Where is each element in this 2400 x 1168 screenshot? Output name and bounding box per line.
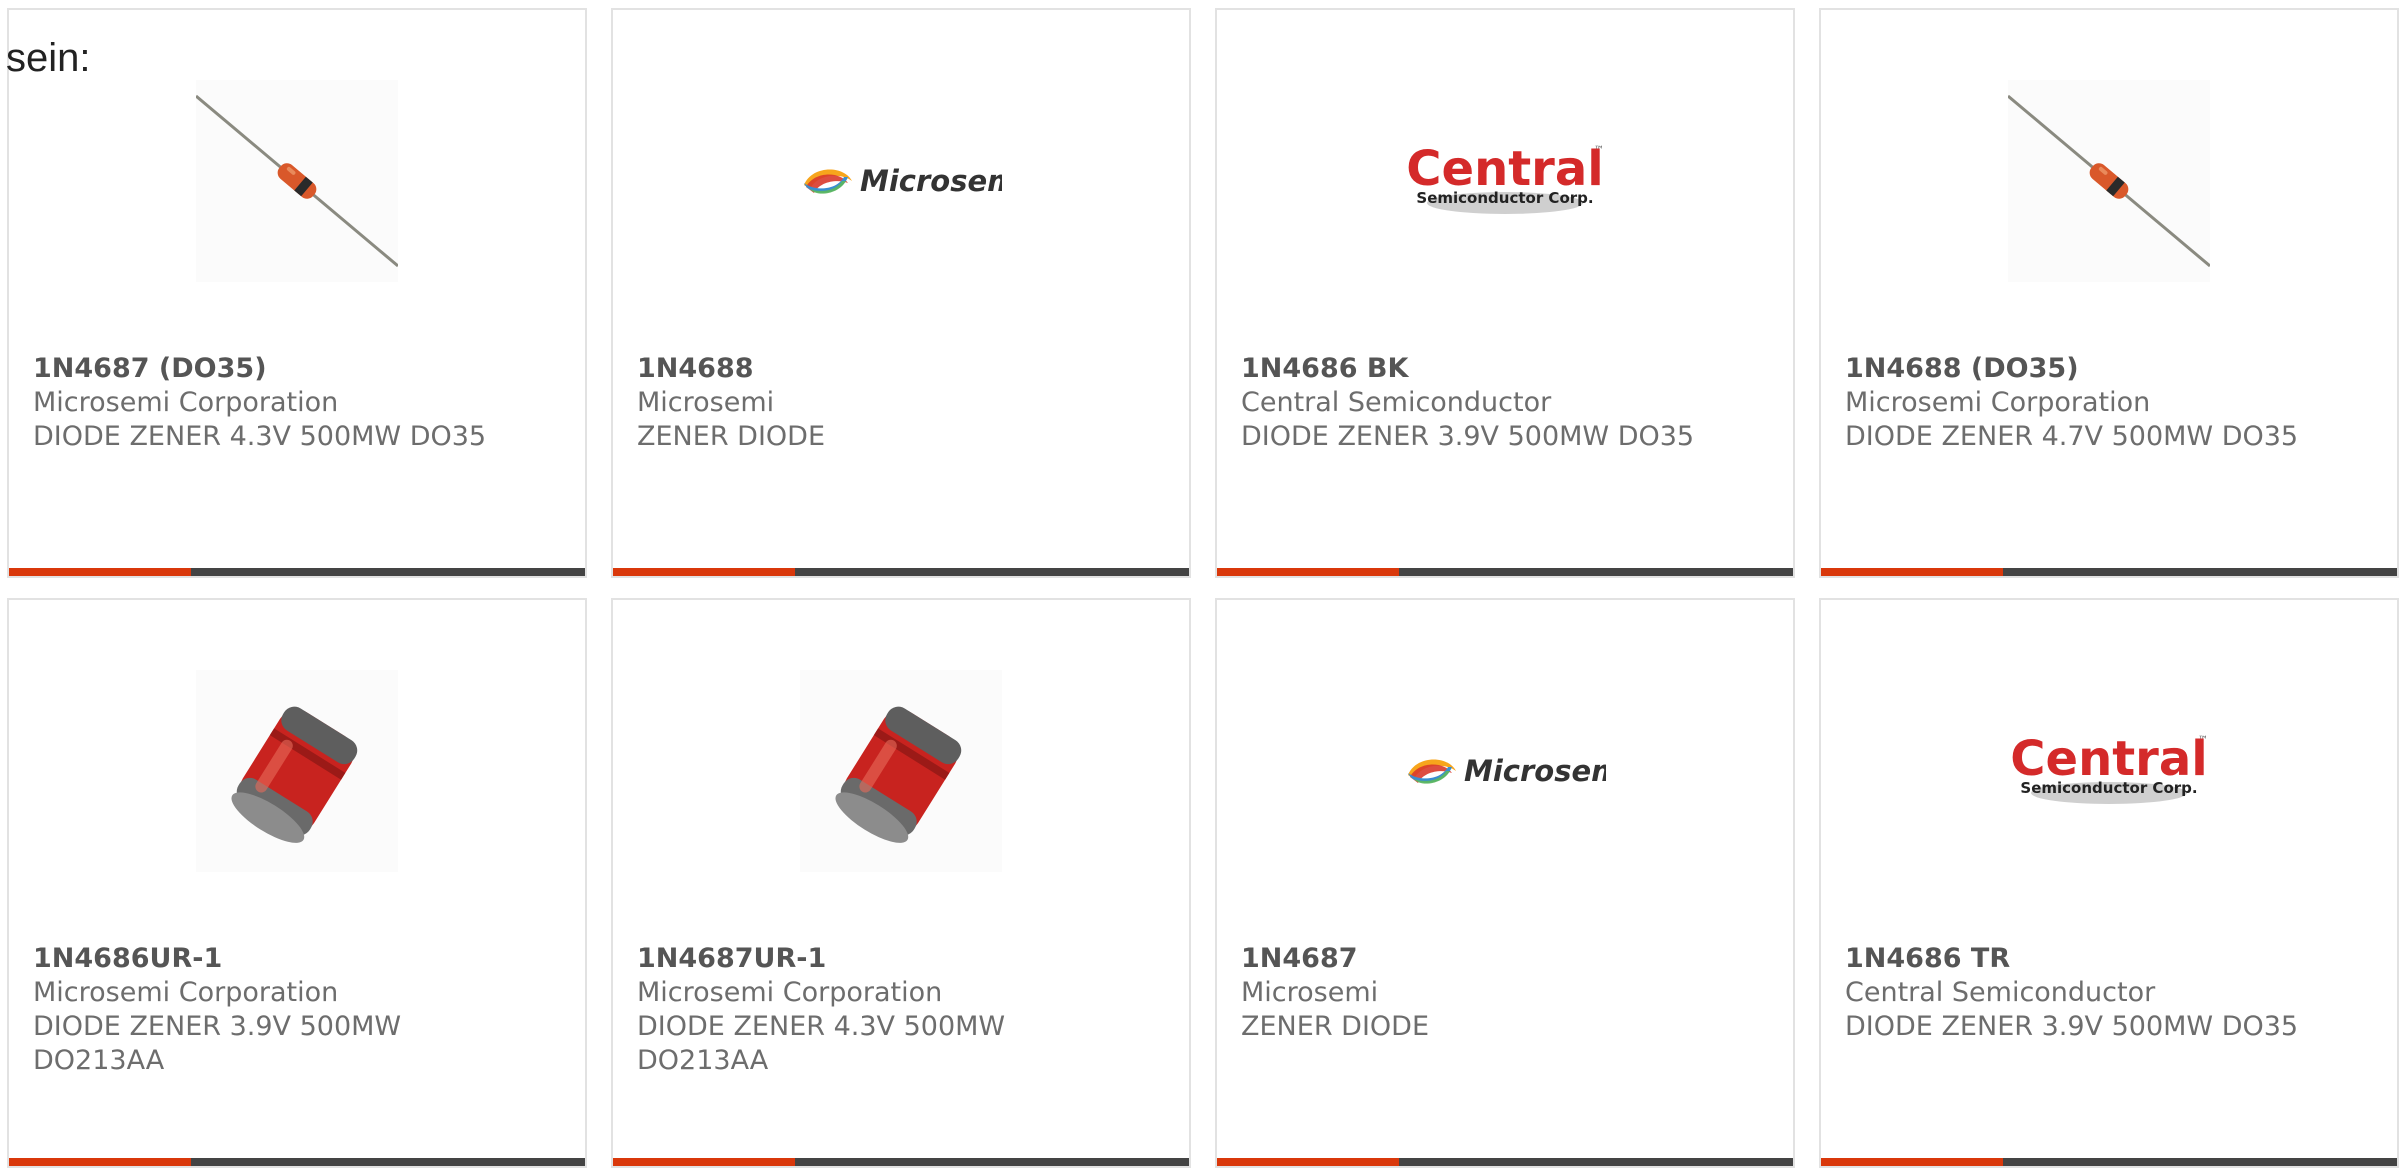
card-bar <box>1217 568 1793 576</box>
card-bar-accent <box>1821 1158 2003 1166</box>
axial-diode-icon <box>2008 80 2210 282</box>
card-bar <box>613 1158 1189 1166</box>
microsemi-logo: Microsemi <box>800 80 1002 282</box>
card-bar-accent <box>9 1158 191 1166</box>
melf-diode-icon <box>196 670 398 872</box>
melf-diode-icon <box>800 670 1002 872</box>
manufacturer: Central Semiconductor <box>1845 977 2156 1008</box>
product-card[interactable]: 1N4686UR-1 Microsemi Corporation DIODE Z… <box>7 598 587 1168</box>
product-card[interactable]: Central ™ Semiconductor Corp. 1N4686 TR … <box>1819 598 2399 1168</box>
central-logo: Central ™ Semiconductor Corp. <box>1404 80 1606 282</box>
manufacturer: Microsemi Corporation <box>637 977 943 1008</box>
card-bar-accent <box>1217 1158 1399 1166</box>
microsemi-logo: Microsemi <box>1404 670 1606 872</box>
central-logo-tm: ™ <box>1594 145 1604 156</box>
axial-diode-icon <box>196 80 398 282</box>
card-bar-accent <box>1821 568 2003 576</box>
description: DIODE ZENER 3.9V 500MW DO35 <box>1241 421 1695 452</box>
card-bar <box>1821 1158 2397 1166</box>
card-bar-accent <box>1217 568 1399 576</box>
part-number: 1N4687 <box>1241 943 1358 974</box>
card-bar <box>9 568 585 576</box>
description: ZENER DIODE <box>1241 1011 1430 1042</box>
manufacturer: Microsemi <box>1241 977 1379 1008</box>
product-card[interactable]: Microsemi 1N4688 Microsemi ZENER DIODE <box>611 8 1191 578</box>
part-number: 1N4687 (DO35) <box>33 353 267 384</box>
intro-text: sein: <box>6 36 91 80</box>
card-bar-accent <box>613 1158 795 1166</box>
manufacturer: Microsemi <box>637 387 775 418</box>
manufacturer: Microsemi Corporation <box>1845 387 2151 418</box>
product-card[interactable]: Microsemi 1N4687 Microsemi ZENER DIODE <box>1215 598 1795 1168</box>
central-logo-sub: Semiconductor Corp. <box>1416 189 1593 207</box>
manufacturer: Microsemi Corporation <box>33 977 339 1008</box>
description: DIODE ZENER 4.3V 500MW <box>637 1011 1006 1042</box>
card-bar <box>1217 1158 1793 1166</box>
description: DIODE ZENER 3.9V 500MW DO35 <box>1845 1011 2299 1042</box>
description: DIODE ZENER 4.3V 500MW DO35 <box>33 421 487 452</box>
manufacturer: Central Semiconductor <box>1241 387 1552 418</box>
card-bar <box>1821 568 2397 576</box>
central-logo: Central ™ Semiconductor Corp. <box>2008 670 2210 872</box>
part-number: 1N4686 BK <box>1241 353 1409 384</box>
manufacturer: Microsemi Corporation <box>33 387 339 418</box>
description: DIODE ZENER 4.7V 500MW DO35 <box>1845 421 2299 452</box>
product-card[interactable]: 1N4688 (DO35) Microsemi Corporation DIOD… <box>1819 8 2399 578</box>
product-card[interactable]: 1N4687 (DO35) Microsemi Corporation DIOD… <box>7 8 587 578</box>
description: ZENER DIODE <box>637 421 826 452</box>
description-line-2: DO213AA <box>637 1045 769 1076</box>
card-bar <box>613 568 1189 576</box>
card-bar <box>9 1158 585 1166</box>
description-line-2: DO213AA <box>33 1045 165 1076</box>
part-number: 1N4688 <box>637 353 754 384</box>
microsemi-logo-text: Microsemi <box>860 164 1002 198</box>
product-card[interactable]: 1N4687UR-1 Microsemi Corporation DIODE Z… <box>611 598 1191 1168</box>
card-bar-accent <box>613 568 795 576</box>
card-bar-accent <box>9 568 191 576</box>
central-logo-tm: ™ <box>2198 735 2208 746</box>
part-number: 1N4687UR-1 <box>637 943 827 974</box>
microsemi-logo-text: Microsemi <box>1464 754 1606 788</box>
part-number: 1N4688 (DO35) <box>1845 353 2079 384</box>
product-card[interactable]: Central ™ Semiconductor Corp. 1N4686 BK … <box>1215 8 1795 578</box>
part-number: 1N4686UR-1 <box>33 943 223 974</box>
description: DIODE ZENER 3.9V 500MW <box>33 1011 402 1042</box>
central-logo-sub: Semiconductor Corp. <box>2020 779 2197 797</box>
part-number: 1N4686 TR <box>1845 943 2011 974</box>
